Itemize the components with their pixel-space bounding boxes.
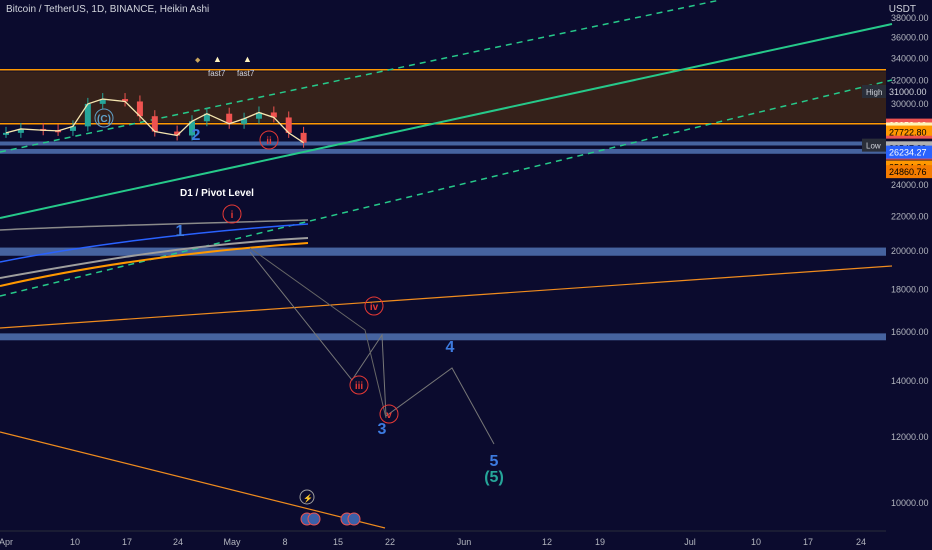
price-tick: 12000.00 bbox=[891, 432, 929, 442]
price-tick: 10000.00 bbox=[891, 498, 929, 508]
wave-label: 3 bbox=[378, 421, 387, 438]
wave-label: (C) bbox=[97, 114, 111, 125]
time-tick: 12 bbox=[542, 537, 552, 547]
wave-label: 1 bbox=[176, 223, 185, 240]
marker-up-icon: ▲ bbox=[213, 54, 222, 64]
currency-label: USDT bbox=[888, 4, 916, 15]
price-tick: 32000.00 bbox=[891, 75, 929, 85]
marker-up-icon: ▲ bbox=[243, 54, 252, 64]
time-tick: Jul bbox=[684, 537, 696, 547]
price-tick: 22000.00 bbox=[891, 212, 929, 222]
price-chart[interactable]: ◆ ▲fast7▲fast7D1 / Pivot Level(C)21iiiivi… bbox=[0, 0, 932, 550]
wave-label: iv bbox=[370, 302, 379, 313]
time-tick: 15 bbox=[333, 537, 343, 547]
blue-zone-support-2 bbox=[0, 148, 886, 154]
chart-stage: ◆ ▲ fast7 ▲ fast7 D1 / Pivot Level (C) 2 1 ii i iv i… bbox=[0, 0, 932, 550]
time-tick: 10 bbox=[70, 537, 80, 547]
candle-body bbox=[3, 132, 9, 135]
price-tag: Low bbox=[866, 142, 881, 151]
time-tick: May bbox=[223, 537, 241, 547]
news-icon bbox=[347, 512, 361, 526]
price-tick: 16000.00 bbox=[891, 327, 929, 337]
blue-zone-support-1 bbox=[0, 141, 886, 146]
wave-label: v bbox=[386, 410, 392, 421]
news-icon bbox=[307, 512, 321, 526]
price-tag: High bbox=[866, 88, 882, 97]
marker-diamond-icon: ◆ bbox=[195, 57, 201, 64]
price-tick: 18000.00 bbox=[891, 284, 929, 294]
time-tick: 17 bbox=[122, 537, 132, 547]
time-tick: 8 bbox=[282, 537, 287, 547]
marker-label: fast7 bbox=[237, 69, 255, 78]
blue-zone-support-4 bbox=[0, 333, 886, 341]
price-tick: 34000.00 bbox=[891, 53, 929, 63]
price-tick: 20000.00 bbox=[891, 246, 929, 256]
wave-label: (5) bbox=[484, 469, 504, 486]
wave-label: i bbox=[231, 210, 234, 221]
time-tick: Jun bbox=[457, 537, 472, 547]
time-tick: 19 bbox=[595, 537, 605, 547]
time-tick: 10 bbox=[751, 537, 761, 547]
wave-label: 2 bbox=[192, 127, 201, 144]
pivot-level-label: D1 / Pivot Level bbox=[180, 188, 254, 199]
time-tick: Apr bbox=[0, 537, 13, 547]
blue-zone-support-3 bbox=[0, 247, 886, 256]
price-tick: 24000.00 bbox=[891, 180, 929, 190]
price-tick: 36000.00 bbox=[891, 33, 929, 43]
price-tick: 14000.00 bbox=[891, 376, 929, 386]
price-label: 31000.00 bbox=[889, 87, 927, 97]
wave-label: 5 bbox=[490, 453, 499, 470]
lightning-icon-glyph: ⚡ bbox=[303, 493, 313, 503]
price-tick: 30000.00 bbox=[891, 99, 929, 109]
resistance-zone bbox=[0, 71, 886, 123]
wave-label: iii bbox=[355, 381, 364, 392]
wave-label: ii bbox=[266, 136, 272, 147]
time-tick: 17 bbox=[803, 537, 813, 547]
price-label: 26234.27 bbox=[889, 148, 927, 158]
time-tick: 24 bbox=[173, 537, 183, 547]
marker-label: fast7 bbox=[208, 69, 226, 78]
time-tick: 24 bbox=[856, 537, 866, 547]
price-label: 24860.76 bbox=[889, 167, 927, 177]
wave-label: 4 bbox=[446, 339, 455, 356]
time-tick: 22 bbox=[385, 537, 395, 547]
symbol-title: Bitcoin / TetherUS, 1D, BINANCE, Heikin … bbox=[6, 4, 210, 15]
